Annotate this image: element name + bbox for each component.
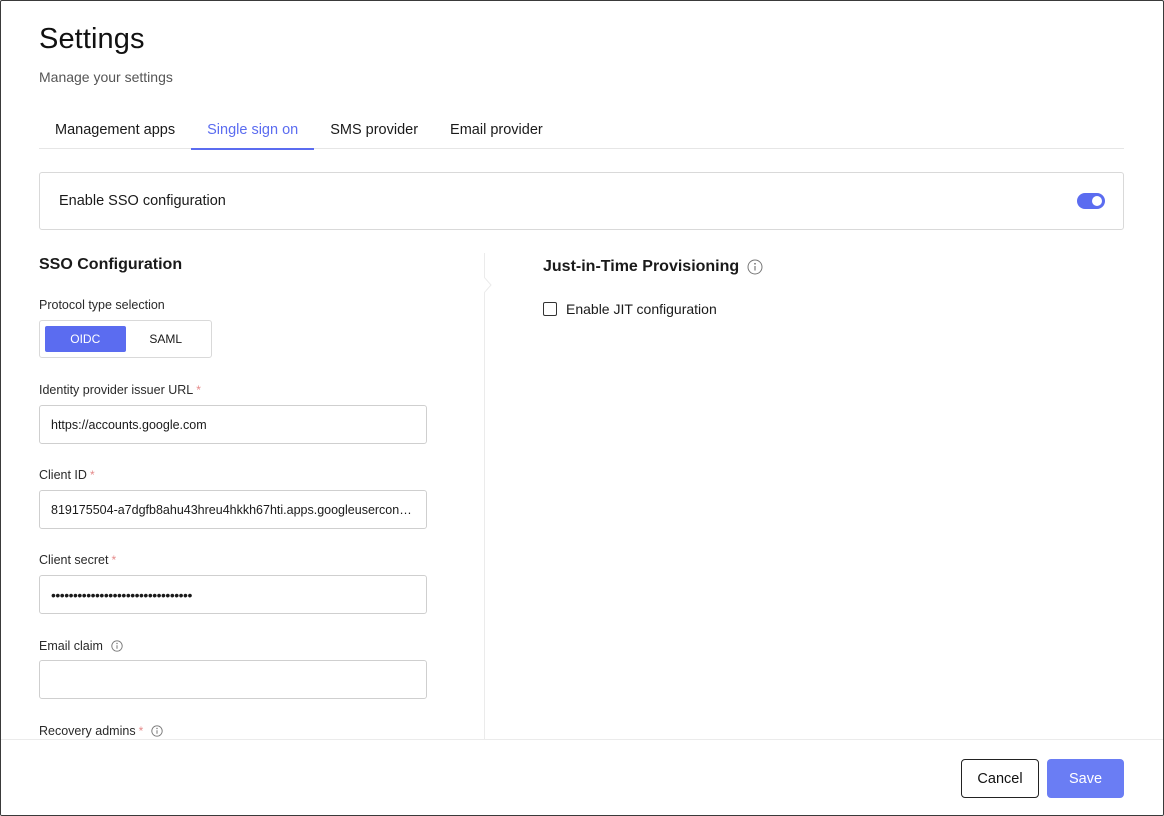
client-secret-label-text: Client secret xyxy=(39,553,109,567)
settings-tabs: Management apps Single sign on SMS provi… xyxy=(39,113,1124,150)
protocol-type-label: Protocol type selection xyxy=(39,298,165,312)
email-claim-label: Email claim xyxy=(39,639,123,653)
required-mark: * xyxy=(196,383,201,397)
enable-jit-checkbox[interactable] xyxy=(543,302,557,316)
page-title: Settings xyxy=(39,23,145,55)
enable-jit-row: Enable JIT configuration xyxy=(543,301,717,317)
issuer-url-label: Identity provider issuer URL * xyxy=(39,383,201,397)
enable-sso-toggle[interactable] xyxy=(1077,193,1105,209)
sso-configuration-title: SSO Configuration xyxy=(39,256,183,273)
protocol-saml-button[interactable]: SAML xyxy=(126,326,207,352)
client-id-value: 819175504-a7dgfb8ahu43hreu4hkkh67hti.app… xyxy=(51,502,415,517)
client-secret-value: •••••••••••••••••••••••••••••••• xyxy=(51,586,192,603)
tab-sms-provider[interactable]: SMS provider xyxy=(314,113,434,149)
enable-sso-card: Enable SSO configuration xyxy=(39,172,1124,230)
protocol-oidc-button[interactable]: OIDC xyxy=(45,326,126,352)
required-mark: * xyxy=(89,468,95,482)
info-icon[interactable] xyxy=(111,640,123,652)
email-claim-input[interactable] xyxy=(39,660,427,699)
cancel-button[interactable]: Cancel xyxy=(961,759,1039,798)
client-secret-label: Client secret * xyxy=(39,553,116,567)
required-mark: * xyxy=(138,724,144,738)
jit-provisioning-title: Just-in-Time Provisioning xyxy=(543,258,763,276)
info-icon[interactable] xyxy=(747,259,763,275)
issuer-url-input[interactable]: https://accounts.google.com xyxy=(39,405,427,444)
issuer-url-value: https://accounts.google.com xyxy=(51,417,207,432)
column-divider xyxy=(484,253,485,740)
email-claim-label-text: Email claim xyxy=(39,639,103,653)
recovery-admins-label-text: Recovery admins xyxy=(39,724,136,738)
client-id-label-text: Client ID xyxy=(39,468,87,482)
client-id-label: Client ID * xyxy=(39,468,95,482)
protocol-type-label-text: Protocol type selection xyxy=(39,298,165,312)
enable-sso-label: Enable SSO configuration xyxy=(59,193,226,209)
tab-email-provider[interactable]: Email provider xyxy=(434,113,559,149)
page-subtitle: Manage your settings xyxy=(39,69,173,85)
toggle-knob xyxy=(1092,196,1102,206)
tab-management-apps[interactable]: Management apps xyxy=(39,113,191,149)
save-button[interactable]: Save xyxy=(1047,759,1124,798)
jit-title-text: Just-in-Time Provisioning xyxy=(543,258,740,275)
client-secret-input[interactable]: •••••••••••••••••••••••••••••••• xyxy=(39,575,427,614)
protocol-type-selector: OIDC SAML xyxy=(39,320,212,358)
settings-window: Settings Manage your settings Management… xyxy=(0,0,1164,816)
footer-bar: Cancel Save xyxy=(1,739,1163,815)
client-id-input[interactable]: 819175504-a7dgfb8ahu43hreu4hkkh67hti.app… xyxy=(39,490,427,529)
issuer-url-label-text: Identity provider issuer URL xyxy=(39,383,194,397)
divider-notch-icon xyxy=(484,277,492,293)
recovery-admins-label: Recovery admins * xyxy=(39,724,163,738)
enable-jit-label: Enable JIT configuration xyxy=(566,301,717,317)
tab-single-sign-on[interactable]: Single sign on xyxy=(191,113,315,150)
info-icon[interactable] xyxy=(151,725,163,737)
required-mark: * xyxy=(111,553,117,567)
